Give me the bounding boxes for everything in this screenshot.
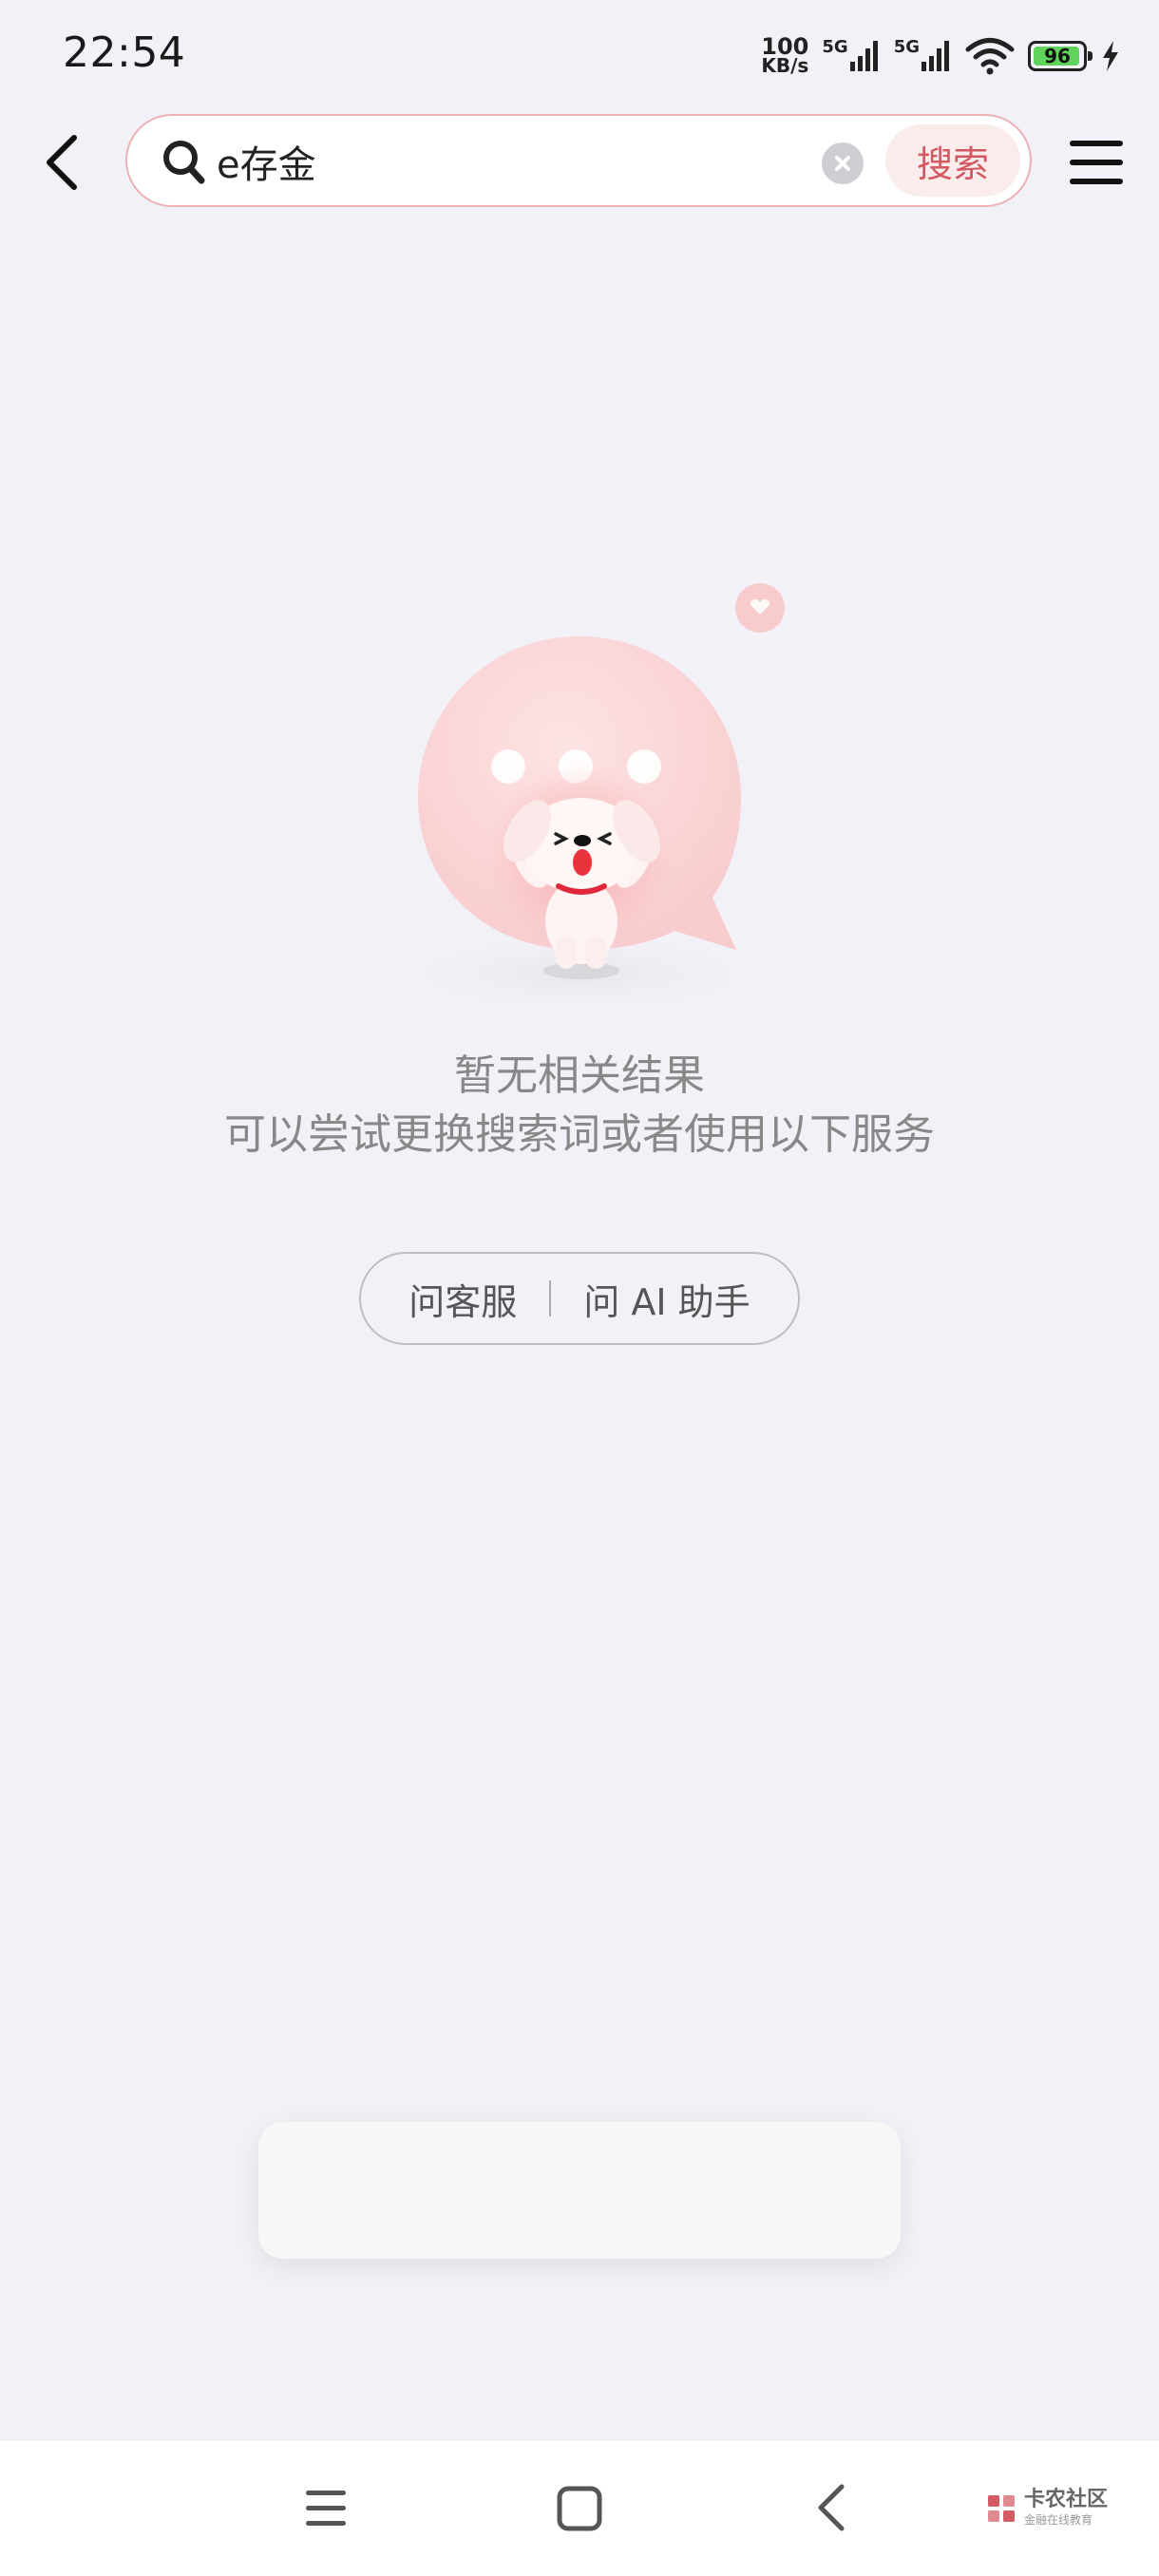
search-icon (163, 141, 205, 184)
cellular-signal-2: 5G (893, 37, 952, 73)
wifi-icon (965, 38, 1015, 75)
close-icon (835, 156, 850, 171)
ask-customer-service-button[interactable]: 问客服 (376, 1273, 549, 1325)
watermark-logo-icon (988, 2495, 1015, 2522)
status-icons: 100 KB/s 5G 5G 96 (761, 32, 1121, 80)
floating-card (258, 2122, 901, 2259)
network-speed-unit: KB/s (761, 54, 809, 77)
empty-result-subtitle: 可以尝试更换搜索词或者使用以下服务 (224, 1110, 935, 1159)
charging-bolt-icon (1103, 41, 1118, 71)
ask-ai-assistant-button[interactable]: 问 AI 助手 (551, 1273, 782, 1325)
empty-result-title: 暂无相关结果 (454, 1051, 705, 1100)
service-options: 问客服 问 AI 助手 (359, 1252, 800, 1345)
signal-bars-icon (849, 41, 878, 71)
watermark: 卡农社区 金融在线教育 (986, 2483, 1119, 2532)
search-header: 搜索 (0, 112, 1159, 213)
home-icon[interactable] (555, 2481, 604, 2534)
empty-result-illustration (390, 583, 785, 1007)
status-bar: 22:54 100 KB/s 5G 5G 96 (0, 0, 1159, 114)
system-navigation-bar: 卡农社区 金融在线教育 (0, 2441, 1159, 2576)
watermark-text: 卡农社区 金融在线教育 (1024, 2488, 1109, 2527)
recent-apps-icon[interactable] (302, 2479, 350, 2536)
battery-tip (1088, 51, 1092, 61)
hamburger-menu-icon[interactable] (1068, 137, 1125, 188)
search-button[interactable]: 搜索 (885, 124, 1020, 197)
search-bar[interactable]: 搜索 (125, 114, 1032, 207)
clear-search-button[interactable] (822, 142, 864, 184)
watermark-title: 卡农社区 (1024, 2488, 1109, 2511)
network-speed: 100 KB/s (761, 33, 809, 77)
battery-icon: 96 (1028, 41, 1092, 71)
watermark-subtitle: 金融在线教育 (1024, 2513, 1093, 2527)
back-button[interactable] (34, 129, 91, 196)
chevron-left-icon (47, 135, 77, 190)
back-arrow-icon[interactable] (809, 2479, 853, 2536)
status-time: 22:54 (63, 28, 186, 77)
signal-2-label: 5G (893, 37, 920, 57)
cellular-signal-1: 5G (822, 37, 880, 73)
battery-level: 96 (1044, 45, 1071, 67)
signal-1-label: 5G (822, 37, 848, 57)
signal-bars-icon (922, 41, 949, 71)
network-speed-value: 100 (761, 33, 809, 60)
